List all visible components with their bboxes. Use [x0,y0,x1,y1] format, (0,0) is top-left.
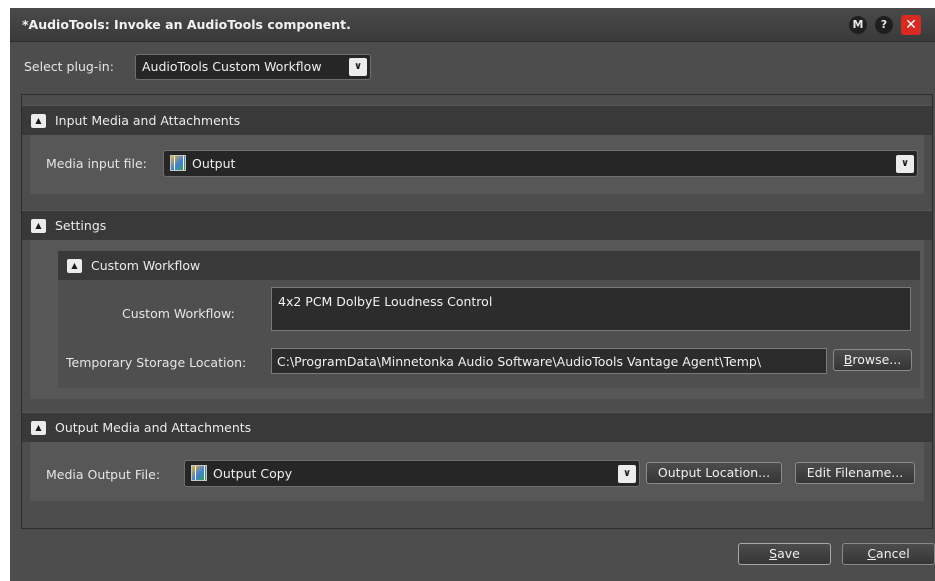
media-file-icon [191,465,207,481]
title-bar: *AudioTools: Invoke an AudioTools compon… [10,8,935,42]
save-mnemonic: S [769,546,778,561]
media-file-icon [170,155,186,171]
plugin-select[interactable]: AudioTools Custom Workflow ∨ [135,54,371,80]
input-section-header[interactable]: ▲ Input Media and Attachments [22,105,932,135]
window-title: *AudioTools: Invoke an AudioTools compon… [22,17,351,32]
browse-button[interactable]: Browse... [833,349,912,371]
cancel-label: ancel [876,546,910,561]
close-button[interactable]: ✕ [901,15,921,35]
settings-section-header[interactable]: ▲ Settings [22,210,932,240]
settings-section-title: Settings [55,218,107,233]
input-section-title: Input Media and Attachments [55,113,241,128]
cancel-mnemonic: C [867,546,877,561]
edit-filename-button[interactable]: Edit Filename... [795,462,915,484]
storage-location-field[interactable]: C:\ProgramData\Minnetonka Audio Software… [271,348,827,374]
media-input-label: Media input file: [46,156,147,171]
chevron-down-icon[interactable]: ∨ [618,465,636,483]
custom-workflow-label: Custom Workflow: [122,306,235,321]
output-section-body: Media Output File: Output Copy ∨ Output … [30,442,924,501]
chevron-down-icon[interactable]: ∨ [349,58,367,76]
media-input-value-wrap: Output [170,155,235,171]
plugin-value: AudioTools Custom Workflow [142,59,322,74]
browse-label: rowse... [852,352,902,367]
dialog-window: *AudioTools: Invoke an AudioTools compon… [10,8,935,581]
media-output-value-wrap: Output Copy [191,465,292,481]
custom-workflow-title: Custom Workflow [91,258,201,273]
save-button[interactable]: Save [738,543,831,565]
output-location-button[interactable]: Output Location... [646,462,782,484]
cancel-button[interactable]: Cancel [842,543,935,565]
custom-workflow-field[interactable]: 4x2 PCM DolbyE Loudness Control [271,287,911,331]
help-button[interactable]: ? [875,16,893,34]
chevron-down-icon[interactable]: ∨ [896,155,914,173]
settings-section-body: ▲ Custom Workflow Custom Workflow: 4x2 P… [30,240,924,399]
storage-location-label: Temporary Storage Location: [66,355,247,370]
plugin-label: Select plug-in: [24,59,114,74]
input-section-body: Media input file: Output ∨ [30,135,924,194]
expand-up-icon[interactable]: ▲ [31,421,46,435]
custom-workflow-body: Custom Workflow: 4x2 PCM DolbyE Loudness… [58,280,920,388]
expand-up-icon[interactable]: ▲ [31,219,46,233]
output-section-title: Output Media and Attachments [55,420,252,435]
expand-up-icon[interactable]: ▲ [67,259,82,273]
save-label: ave [777,546,800,561]
content-panel: ▲ Input Media and Attachments Media inpu… [21,94,933,529]
m-button[interactable]: M [849,16,867,34]
output-section-header[interactable]: ▲ Output Media and Attachments [22,412,932,442]
media-output-select[interactable]: Output Copy ∨ [184,460,640,487]
media-output-label: Media Output File: [46,467,161,482]
expand-up-icon[interactable]: ▲ [31,114,46,128]
media-input-value: Output [192,156,236,171]
media-input-select[interactable]: Output ∨ [163,150,918,177]
media-output-value: Output Copy [213,466,293,481]
custom-workflow-header[interactable]: ▲ Custom Workflow [58,250,920,280]
